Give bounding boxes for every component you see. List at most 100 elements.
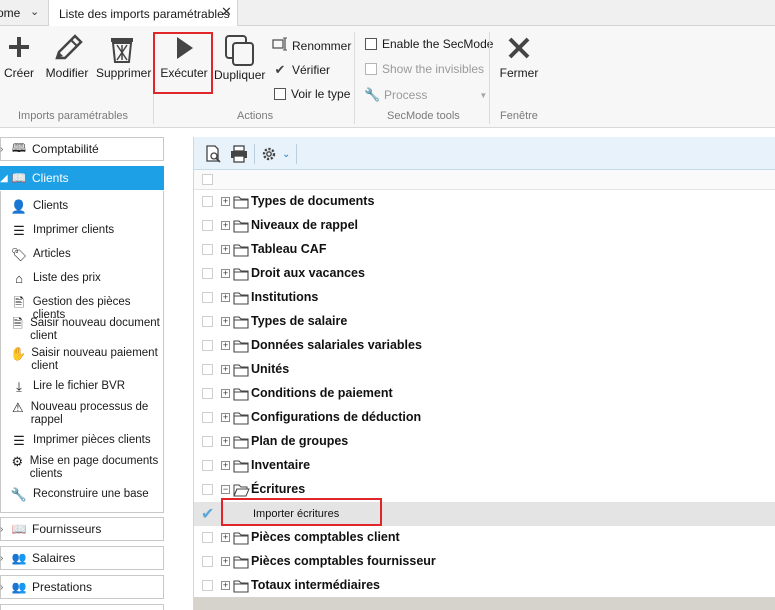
group-label-actions: Actions [237,110,274,122]
settings-gear-icon[interactable] [260,145,278,166]
modify-button[interactable]: Modifier [45,34,89,80]
expand-toggle-icon[interactable]: + [221,389,230,398]
nav-item-new-client-payment[interactable]: ✋ Saisir nouveau paiement client [10,347,164,373]
nav-item-print-clients[interactable]: ☰ Imprimer clients [10,224,164,237]
tab-imports-list-label: Liste des imports paramétrables [59,6,230,21]
tree-folder-label: Inventaire [251,458,311,472]
nav-item-label: Imprimer clients [33,224,115,236]
verify-button[interactable]: ✔ Vérifier [272,62,330,78]
show-type-checkbox[interactable]: Voir le type [274,87,350,101]
preview-icon[interactable] [204,145,222,166]
row-checkbox[interactable] [202,220,213,231]
row-checkbox[interactable] [202,340,213,351]
tree-folder-row[interactable]: + Configurations de déduction [194,406,775,430]
select-all-checkbox[interactable] [202,174,213,185]
enable-secmode-box[interactable] [365,38,377,50]
tree-folder-label: Conditions de paiement [251,386,393,400]
plus-icon [9,37,29,57]
tree-folder-row[interactable]: + Niveaux de rappel [194,214,775,238]
expand-arrow-icon: › [0,552,4,564]
tab-imports-list[interactable]: Liste des imports paramétrables ✕ [48,0,238,27]
tree-folder-row[interactable]: + Droit aux vacances [194,262,775,286]
enable-secmode-checkbox[interactable]: Enable the SecMode [365,37,493,51]
print-icon[interactable] [230,145,248,166]
close-button[interactable]: Fermer [497,34,541,80]
nav-item-client-layout[interactable]: ⚙ Mise en page documents clients [10,455,164,481]
duplicate-button[interactable]: Dupliquer [214,34,265,82]
folder-icon [233,531,250,548]
chevron-down-icon[interactable]: ⌄ [282,149,290,160]
delete-button[interactable]: Supprimer [96,34,151,80]
tree-folder-row[interactable]: + Totaux intermédiaires [194,574,775,598]
row-checkbox[interactable] [202,268,213,279]
show-type-checkbox-box[interactable] [274,88,286,100]
row-checkbox[interactable] [202,292,213,303]
tree-folder-row[interactable]: + Unités [194,358,775,382]
tree-folder-row[interactable]: + Institutions [194,286,775,310]
tree-folder-row[interactable]: + Types de documents [194,190,775,214]
create-button[interactable]: Créer [2,34,36,80]
nav-item-print-client-documents[interactable]: ☰ Imprimer pièces clients [10,434,164,447]
row-checkbox[interactable] [202,436,213,447]
tree-folder-row[interactable]: + Types de salaire [194,310,775,334]
row-checkbox[interactable] [202,412,213,423]
expand-toggle-icon[interactable]: + [221,221,230,230]
nav-section-clients[interactable]: ◢ 📖 Clients [0,166,164,190]
tree-folder-row[interactable]: + Pièces comptables fournisseur [194,550,775,574]
tree-folder-row[interactable]: + Pièces comptables client [194,526,775,550]
nav-item-price-list[interactable]: ⌂ Liste des prix [10,272,164,285]
row-checkbox[interactable] [202,460,213,471]
expand-toggle-icon[interactable]: + [221,197,230,206]
expand-toggle-icon[interactable]: + [221,245,230,254]
nav-item-clients[interactable]: 👤 Clients [10,200,164,213]
nav-section-fournisseurs[interactable]: › 📖 Fournisseurs [0,517,164,541]
row-checkbox[interactable] [202,388,213,399]
nav-item-read-bvr[interactable]: ⤓ Lire le fichier BVR [10,380,164,393]
expand-toggle-icon[interactable]: + [221,341,230,350]
close-tab-icon[interactable]: ✕ [221,4,232,20]
row-checkbox[interactable] [202,484,213,495]
chevron-down-icon[interactable]: ⌄ [30,5,39,18]
tree-folder-row[interactable]: + Conditions de paiement [194,382,775,406]
row-checkbox[interactable] [202,532,213,543]
tab-home-label: ome [0,6,21,20]
expand-toggle-icon[interactable]: + [221,533,230,542]
folder-icon [233,243,250,260]
ribbon: Créer Modifier Supprimer Imports paramét… [0,26,775,128]
nav-item-rebuild-base[interactable]: 🔧 Reconstruire une base [10,488,164,501]
nav-section-comptabilite[interactable]: › 🕮 Comptabilité [0,137,164,161]
nav-item-new-reminder-process[interactable]: ⚠ Nouveau processus de rappel [10,401,164,427]
tree-folder-row[interactable]: + Tableau CAF [194,238,775,262]
expand-toggle-icon[interactable]: + [221,461,230,470]
row-checkbox[interactable] [202,556,213,567]
row-checkbox[interactable] [202,316,213,327]
verify-label: Vérifier [292,63,331,77]
expand-toggle-icon[interactable]: + [221,557,230,566]
tab-home[interactable]: ome ⌄ [0,0,46,26]
expand-toggle-icon[interactable]: + [221,269,230,278]
expand-toggle-icon[interactable]: + [221,413,230,422]
tree-folder-row[interactable]: + Données salariales variables [194,334,775,358]
rename-button[interactable]: Renommer [272,37,351,54]
expand-toggle-icon[interactable]: + [221,437,230,446]
row-checkbox[interactable] [202,196,213,207]
nav-section-salaires[interactable]: › 👥 Salaires [0,546,164,570]
tree-folder-row[interactable]: + Inventaire [194,454,775,478]
tree-folder-label: Écritures [251,482,306,496]
expand-toggle-icon[interactable]: + [221,293,230,302]
expand-toggle-icon[interactable]: + [221,317,230,326]
nav-item-new-client-document[interactable]: 🗎 Saisir nouveau document client [10,317,164,343]
tree-folder-label: Types de documents [251,194,375,208]
collapse-toggle-icon[interactable]: − [221,485,230,494]
row-checkbox[interactable] [202,364,213,375]
row-checkbox[interactable] [202,244,213,255]
expand-toggle-icon[interactable]: + [221,365,230,374]
row-checkbox[interactable] [202,580,213,591]
folder-icon [233,387,250,404]
tree-folder-row[interactable]: + Plan de groupes [194,430,775,454]
nav-item-articles[interactable]: 🏷 Articles [10,248,164,261]
expand-toggle-icon[interactable]: + [221,581,230,590]
nav-section-prestations[interactable]: › 👥 Prestations [0,575,164,599]
nav-section-more[interactable] [0,604,164,610]
folder-icon [233,291,250,308]
